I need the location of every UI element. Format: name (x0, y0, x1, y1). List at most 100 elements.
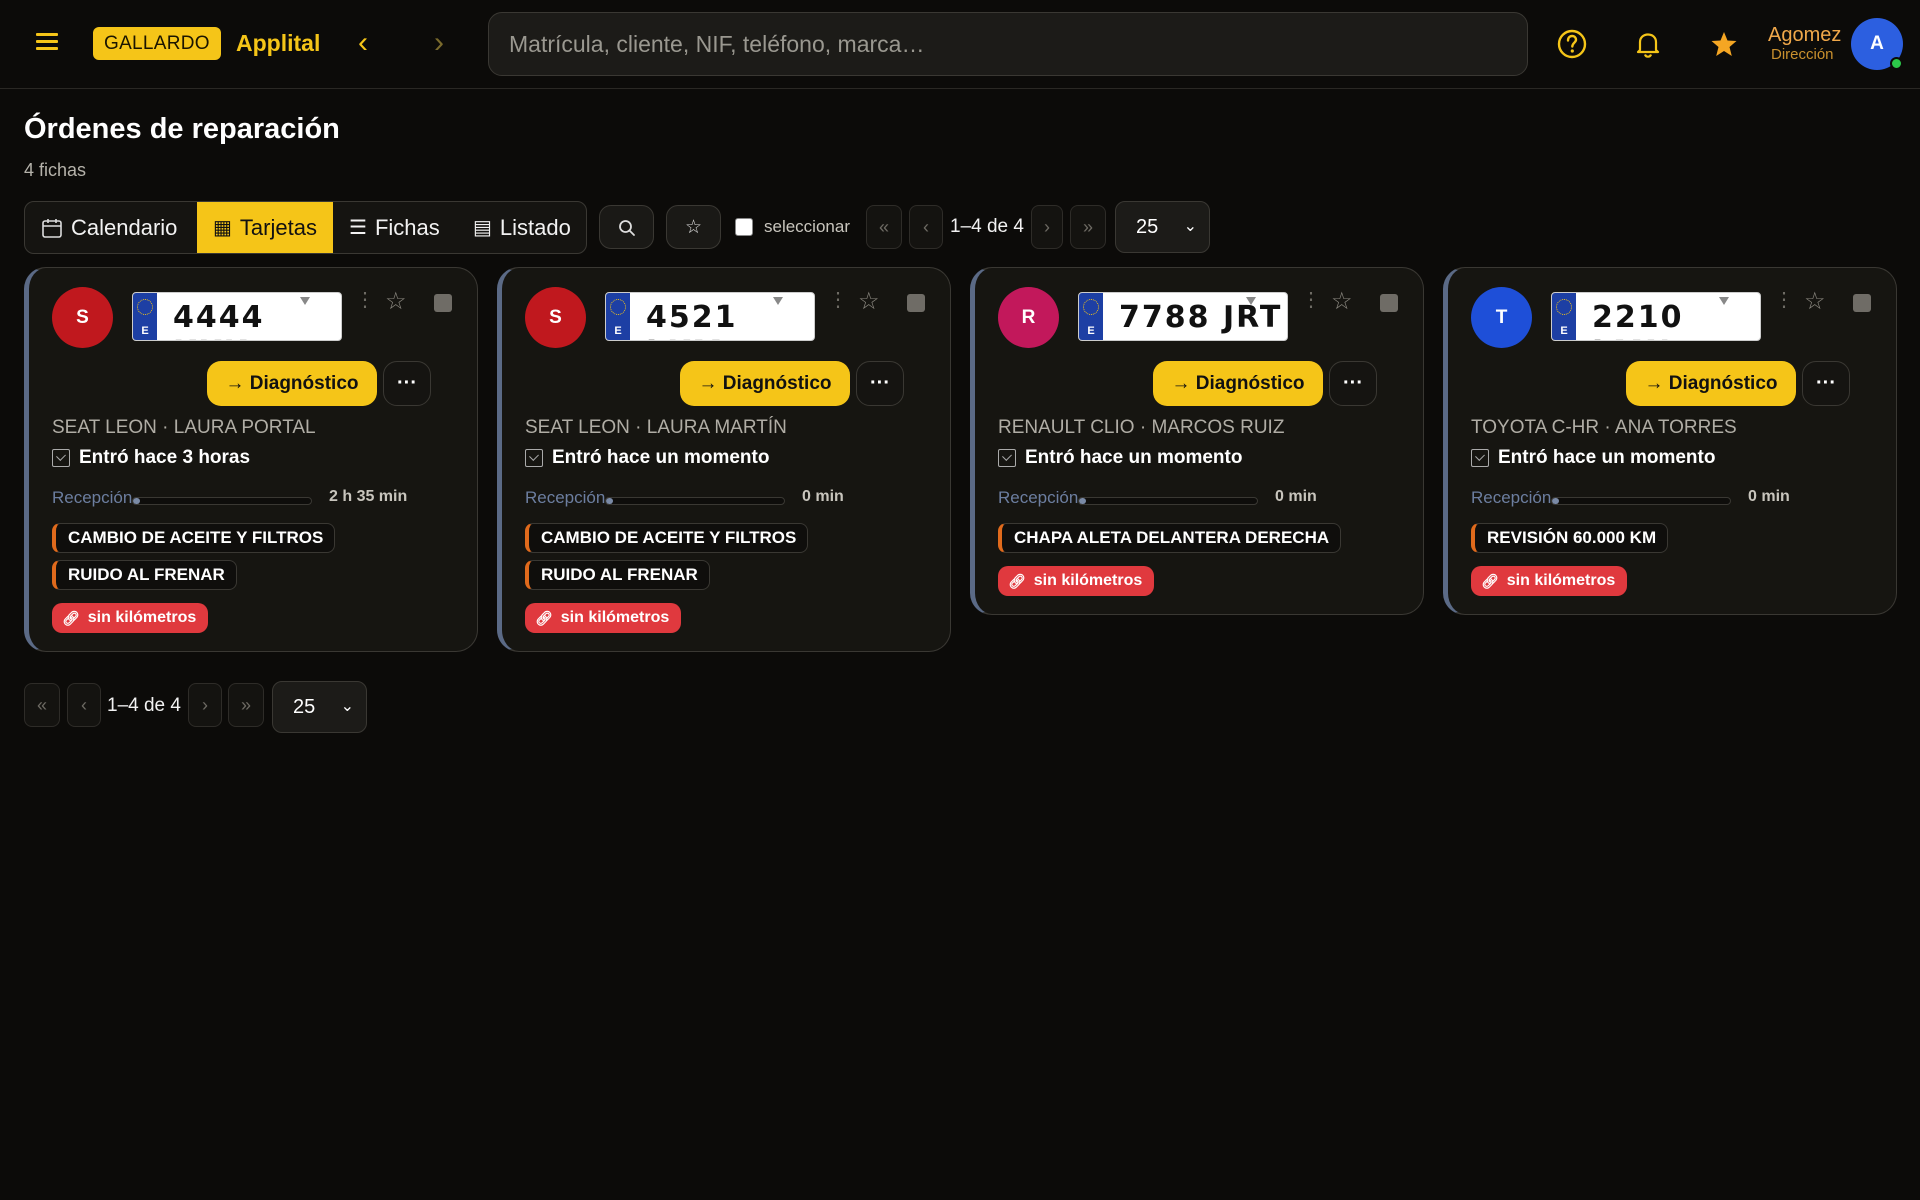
card-checkbox[interactable] (1853, 294, 1871, 312)
top-bar: GALLARDO Applital ‹ › Agomez Dirección A (0, 0, 1920, 89)
card-avatar: S (52, 287, 113, 348)
select-label[interactable]: seleccionar (764, 217, 850, 237)
vehicle-client: SEAT LEON · LAURA PORTAL (52, 417, 316, 438)
back-icon[interactable]: ‹ (358, 28, 368, 58)
footer-next-page-button[interactable]: › (188, 683, 222, 727)
footer-first-page-button[interactable]: « (24, 683, 60, 727)
diagnostico-button[interactable]: → Diagnóstico (207, 361, 377, 406)
kebab-menu-icon[interactable]: ⋮ (828, 290, 848, 310)
card-checkbox[interactable] (1380, 294, 1398, 312)
forward-icon[interactable]: › (434, 28, 444, 58)
tab-calendario-label: Calendario (71, 214, 178, 240)
inbox-icon (998, 449, 1016, 467)
view-switcher: Calendario ▦ Tarjetas ☰ Fichas ▤ Listado (24, 201, 587, 254)
repair-order-card[interactable]: R E 7788 JRT ⋮ ☆ → Diagnóstico ··· RENAU… (970, 267, 1424, 615)
footer-page-size-select[interactable]: 25 ⌄ (272, 681, 367, 733)
tab-listado[interactable]: ▤ Listado (457, 202, 586, 253)
phase-progress-bar (605, 497, 785, 505)
kebab-menu-icon[interactable]: ⋮ (1301, 290, 1321, 310)
license-plate[interactable]: E 2210 LMN (1551, 292, 1761, 341)
page-size-select[interactable]: 25 ⌄ (1115, 201, 1210, 253)
page-size-value: 25 (1136, 216, 1159, 238)
more-actions-button[interactable]: ··· (1329, 361, 1377, 406)
card-checkbox[interactable] (907, 294, 925, 312)
brand-badge[interactable]: GALLARDO (93, 27, 221, 60)
phase-label: Recepción (52, 488, 133, 507)
favorite-star-icon[interactable]: ☆ (858, 290, 880, 314)
first-page-button[interactable]: « (866, 205, 902, 249)
prev-page-button[interactable]: ‹ (909, 205, 943, 249)
plate-marker-icon (300, 297, 310, 305)
repair-order-card[interactable]: S E 4444 KKK ⋮ ☆ → Diagnóstico ··· SEAT … (24, 267, 478, 652)
menu-icon[interactable] (36, 30, 60, 54)
link-icon: 🔗︎ (62, 610, 80, 626)
grid-icon: ▦ (213, 217, 232, 239)
search-button[interactable] (599, 205, 654, 249)
license-plate[interactable]: E 4521 LKM (605, 292, 815, 341)
select-checkbox[interactable] (735, 218, 753, 236)
license-plate[interactable]: E 4444 KKK (132, 292, 342, 341)
tab-listado-label: Listado (499, 214, 571, 240)
star-icon[interactable] (1708, 28, 1740, 60)
search-input[interactable] (489, 13, 1527, 75)
bell-icon[interactable] (1632, 28, 1664, 60)
last-page-button[interactable]: » (1070, 205, 1106, 249)
more-actions-button[interactable]: ··· (383, 361, 431, 406)
tab-fichas[interactable]: ☰ Fichas (333, 202, 457, 253)
record-count: 4 fichas (24, 160, 87, 180)
card-checkbox[interactable] (434, 294, 452, 312)
phase-progress-bar (1078, 497, 1258, 505)
page-title: Órdenes de reparación (24, 113, 340, 145)
license-plate[interactable]: E 7788 JRT (1078, 292, 1288, 341)
phase-time: 0 min (1275, 488, 1317, 505)
footer-page-size-value: 25 (293, 696, 316, 718)
table-icon: ▤ (473, 217, 492, 239)
vehicle-client: RENAULT CLIO · MARCOS RUIZ (998, 417, 1285, 438)
next-page-button[interactable]: › (1031, 205, 1063, 249)
link-icon: 🔗︎ (1481, 573, 1499, 589)
entry-time: Entró hace un momento (1471, 447, 1715, 469)
phase-time: 0 min (802, 488, 844, 505)
favorites-filter-button[interactable]: ☆ (666, 205, 721, 249)
job-item: CAMBIO DE ACEITE Y FILTROS (525, 523, 809, 553)
job-item: RUIDO AL FRENAR (525, 560, 710, 590)
repair-order-card[interactable]: S E 4521 LKM ⋮ ☆ → Diagnóstico ··· SEAT … (497, 267, 951, 652)
diagnostico-button[interactable]: → Diagnóstico (680, 361, 850, 406)
favorite-star-icon[interactable]: ☆ (1804, 290, 1826, 314)
plate-marker-icon (1246, 297, 1256, 305)
phase-progress-bar (1551, 497, 1731, 505)
star-outline-icon: ☆ (684, 217, 703, 238)
more-actions-button[interactable]: ··· (1802, 361, 1850, 406)
plate-number: 4521 LKM (646, 300, 738, 340)
tab-tarjetas[interactable]: ▦ Tarjetas (197, 202, 333, 253)
inbox-icon (52, 449, 70, 467)
diagnostico-button[interactable]: → Diagnóstico (1153, 361, 1323, 406)
eu-flag-icon: E (133, 293, 157, 340)
pagination-range: 1–4 de 4 (950, 216, 1024, 237)
help-icon[interactable] (1556, 28, 1588, 60)
link-icon: 🔗︎ (1008, 573, 1026, 589)
footer-prev-page-button[interactable]: ‹ (67, 683, 101, 727)
mileage-tag-label: sin kilómetros (1033, 572, 1143, 589)
favorite-star-icon[interactable]: ☆ (1331, 290, 1353, 314)
list-icon: ☰ (349, 217, 367, 239)
tab-calendario[interactable]: Calendario (25, 202, 197, 253)
user-name[interactable]: Agomez (1768, 24, 1841, 47)
repair-order-card[interactable]: T E 2210 LMN ⋮ ☆ → Diagnóstico ··· TOYOT… (1443, 267, 1897, 615)
plate-number: 2210 LMN (1592, 300, 1684, 340)
eu-flag-icon: E (1079, 293, 1103, 340)
brand-name[interactable]: Applital (236, 30, 320, 57)
kebab-menu-icon[interactable]: ⋮ (355, 290, 375, 310)
footer-last-page-button[interactable]: » (228, 683, 264, 727)
mileage-tag: 🔗︎ sin kilómetros (525, 603, 682, 633)
job-item: RUIDO AL FRENAR (52, 560, 237, 590)
entry-time: Entró hace un momento (998, 447, 1242, 469)
phase-label: Recepción (998, 488, 1079, 507)
kebab-menu-icon[interactable]: ⋮ (1774, 290, 1794, 310)
favorite-star-icon[interactable]: ☆ (385, 290, 407, 314)
phase-time: 2 h 35 min (329, 488, 408, 505)
phase-progress-bar (132, 497, 312, 505)
diagnostico-button[interactable]: → Diagnóstico (1626, 361, 1796, 406)
job-item: REVISIÓN 60.000 KM (1471, 523, 1669, 553)
more-actions-button[interactable]: ··· (856, 361, 904, 406)
